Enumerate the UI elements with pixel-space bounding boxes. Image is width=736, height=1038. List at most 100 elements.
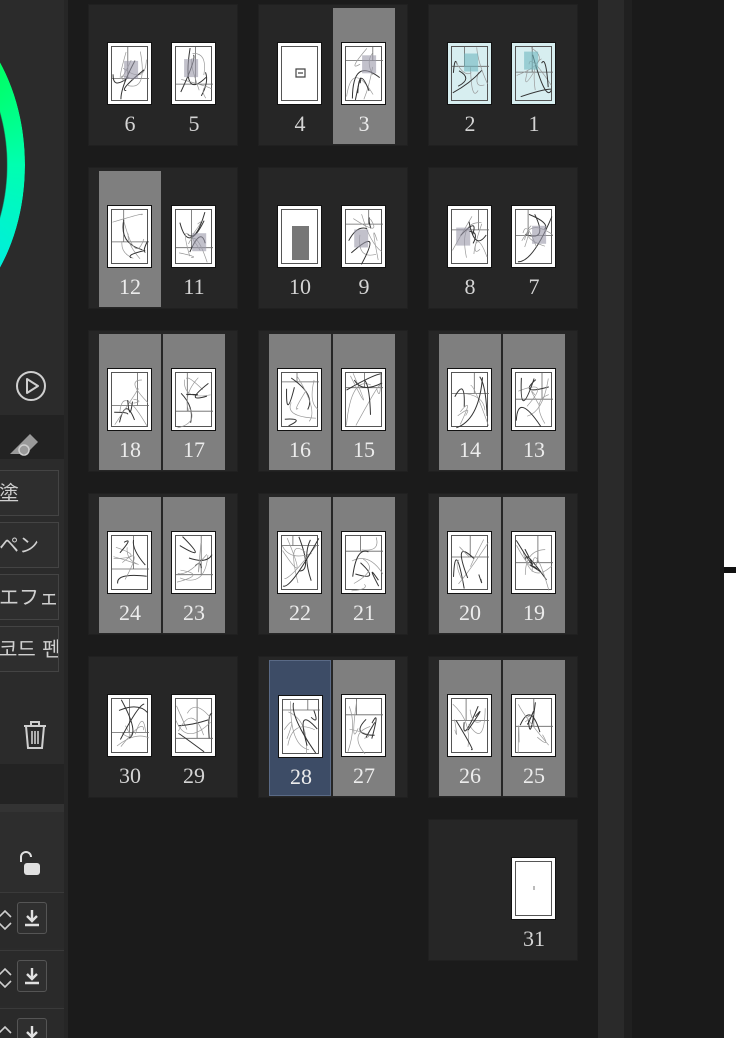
brush-label: 코드 펜: [0, 637, 59, 661]
page-thumbnail[interactable]: 30: [99, 660, 161, 796]
page-spread[interactable]: 43: [258, 4, 408, 146]
page-spread[interactable]: 16 15: [258, 330, 408, 472]
unlock-icon[interactable]: [18, 851, 42, 877]
page-preview: [277, 205, 322, 268]
brush-item[interactable]: 塗: [0, 470, 59, 516]
panel-separator: [0, 804, 64, 812]
canvas-edge[interactable]: [724, 0, 736, 1038]
page-preview: [341, 368, 386, 431]
page-spread[interactable]: 31: [428, 819, 578, 961]
page-number: 20: [459, 600, 481, 625]
page-thumbnail[interactable]: 1: [503, 8, 565, 144]
brush-item[interactable]: エフェ: [0, 574, 59, 620]
page-thumbnail[interactable]: 11: [163, 171, 225, 307]
brush-item[interactable]: ペン: [0, 522, 59, 568]
trash-icon[interactable]: [21, 719, 49, 751]
page-number: 2: [464, 111, 476, 136]
page-spread[interactable]: 26 25: [428, 656, 578, 798]
page-thumbnail[interactable]: 8: [439, 171, 501, 307]
page-preview: [447, 368, 492, 431]
page-number: 22: [289, 600, 311, 625]
page-preview: [277, 42, 322, 105]
page-thumbnail[interactable]: 15: [333, 334, 395, 470]
page-preview: [341, 694, 386, 757]
download-icon[interactable]: [17, 960, 47, 992]
page-number: 6: [124, 111, 136, 136]
page-preview: [278, 695, 323, 758]
brush-label: 塗: [0, 481, 19, 505]
page-spread[interactable]: 22 21: [258, 493, 408, 635]
page-thumbnail[interactable]: 3: [333, 8, 395, 144]
page-thumbnail[interactable]: 29: [163, 660, 225, 796]
page-thumbnail[interactable]: 10: [269, 171, 331, 307]
page-thumbnail[interactable]: 27: [333, 660, 395, 796]
page-spread[interactable]: 20 19: [428, 493, 578, 635]
brush-item[interactable]: 코드 펜: [0, 626, 59, 672]
page-thumbnail[interactable]: 14: [439, 334, 501, 470]
page-spread[interactable]: 18 17: [88, 330, 238, 472]
page-preview: [107, 694, 152, 757]
download-icon[interactable]: [17, 1018, 47, 1038]
page-number: 13: [523, 437, 545, 462]
page-thumbnail[interactable]: 7: [503, 171, 565, 307]
page-thumbnail[interactable]: 22: [269, 497, 331, 633]
scrollbar[interactable]: [598, 0, 624, 1038]
page-thumbnail[interactable]: 9: [333, 171, 395, 307]
page-thumbnail[interactable]: 20: [439, 497, 501, 633]
page-number: 15: [353, 437, 375, 462]
page-spread[interactable]: 30 29: [88, 656, 238, 798]
page-spread[interactable]: 12 11: [88, 167, 238, 309]
eraser-icon[interactable]: [4, 428, 40, 458]
page-thumbnail[interactable]: 16: [269, 334, 331, 470]
page-spread[interactable]: 87: [428, 167, 578, 309]
panel-separator: [0, 764, 64, 804]
page-thumbnail[interactable]: 21: [333, 497, 395, 633]
page-spread[interactable]: 24 23: [88, 493, 238, 635]
page-thumbnail[interactable]: 24: [99, 497, 161, 633]
layer-row[interactable]: [0, 892, 64, 948]
page-number: 1: [528, 111, 540, 136]
page-preview: [171, 368, 216, 431]
page-preview: [447, 694, 492, 757]
panel-gap: [624, 0, 632, 1038]
page-preview: [511, 42, 556, 105]
page-preview: [511, 205, 556, 268]
page-number: 28: [290, 764, 312, 789]
page-spread[interactable]: 65: [88, 4, 238, 146]
chevron-updown-icon[interactable]: [0, 966, 13, 990]
page-spread[interactable]: 10 9: [258, 167, 408, 309]
page-number: 9: [358, 274, 370, 299]
page-thumbnail[interactable]: 19: [503, 497, 565, 633]
layer-row[interactable]: [0, 950, 64, 1006]
page-thumbnail[interactable]: 13: [503, 334, 565, 470]
page-thumbnail[interactable]: 18: [99, 334, 161, 470]
color-wheel[interactable]: [0, 0, 25, 330]
page-preview: [511, 857, 556, 920]
page-preview: [447, 42, 492, 105]
brush-label: ペン: [0, 533, 39, 557]
page-spread[interactable]: 28 27: [258, 656, 408, 798]
page-preview: [277, 368, 322, 431]
page-number: 26: [459, 763, 481, 788]
page-spread[interactable]: 21: [428, 4, 578, 146]
page-thumbnail[interactable]: 5: [163, 8, 225, 144]
chevron-updown-icon[interactable]: [0, 1024, 13, 1038]
download-icon[interactable]: [17, 902, 47, 934]
chevron-updown-icon[interactable]: [0, 908, 13, 932]
page-thumbnail[interactable]: 4: [269, 8, 331, 144]
page-number: 10: [289, 274, 311, 299]
page-thumbnail[interactable]: 2: [439, 8, 501, 144]
page-thumbnail[interactable]: 26: [439, 660, 501, 796]
page-number: 31: [523, 926, 545, 951]
layer-row[interactable]: [0, 1008, 64, 1038]
canvas-mark: [724, 567, 736, 573]
page-thumbnail[interactable]: 17: [163, 334, 225, 470]
page-thumbnail[interactable]: 23: [163, 497, 225, 633]
page-thumbnail[interactable]: 12: [99, 171, 161, 307]
page-spread[interactable]: 14 13: [428, 330, 578, 472]
play-circle-icon[interactable]: [15, 370, 47, 402]
page-thumbnail[interactable]: 28: [269, 660, 331, 796]
page-thumbnail[interactable]: 25: [503, 660, 565, 796]
page-thumbnail[interactable]: 6: [99, 8, 161, 144]
page-thumbnail[interactable]: 31: [503, 823, 565, 959]
